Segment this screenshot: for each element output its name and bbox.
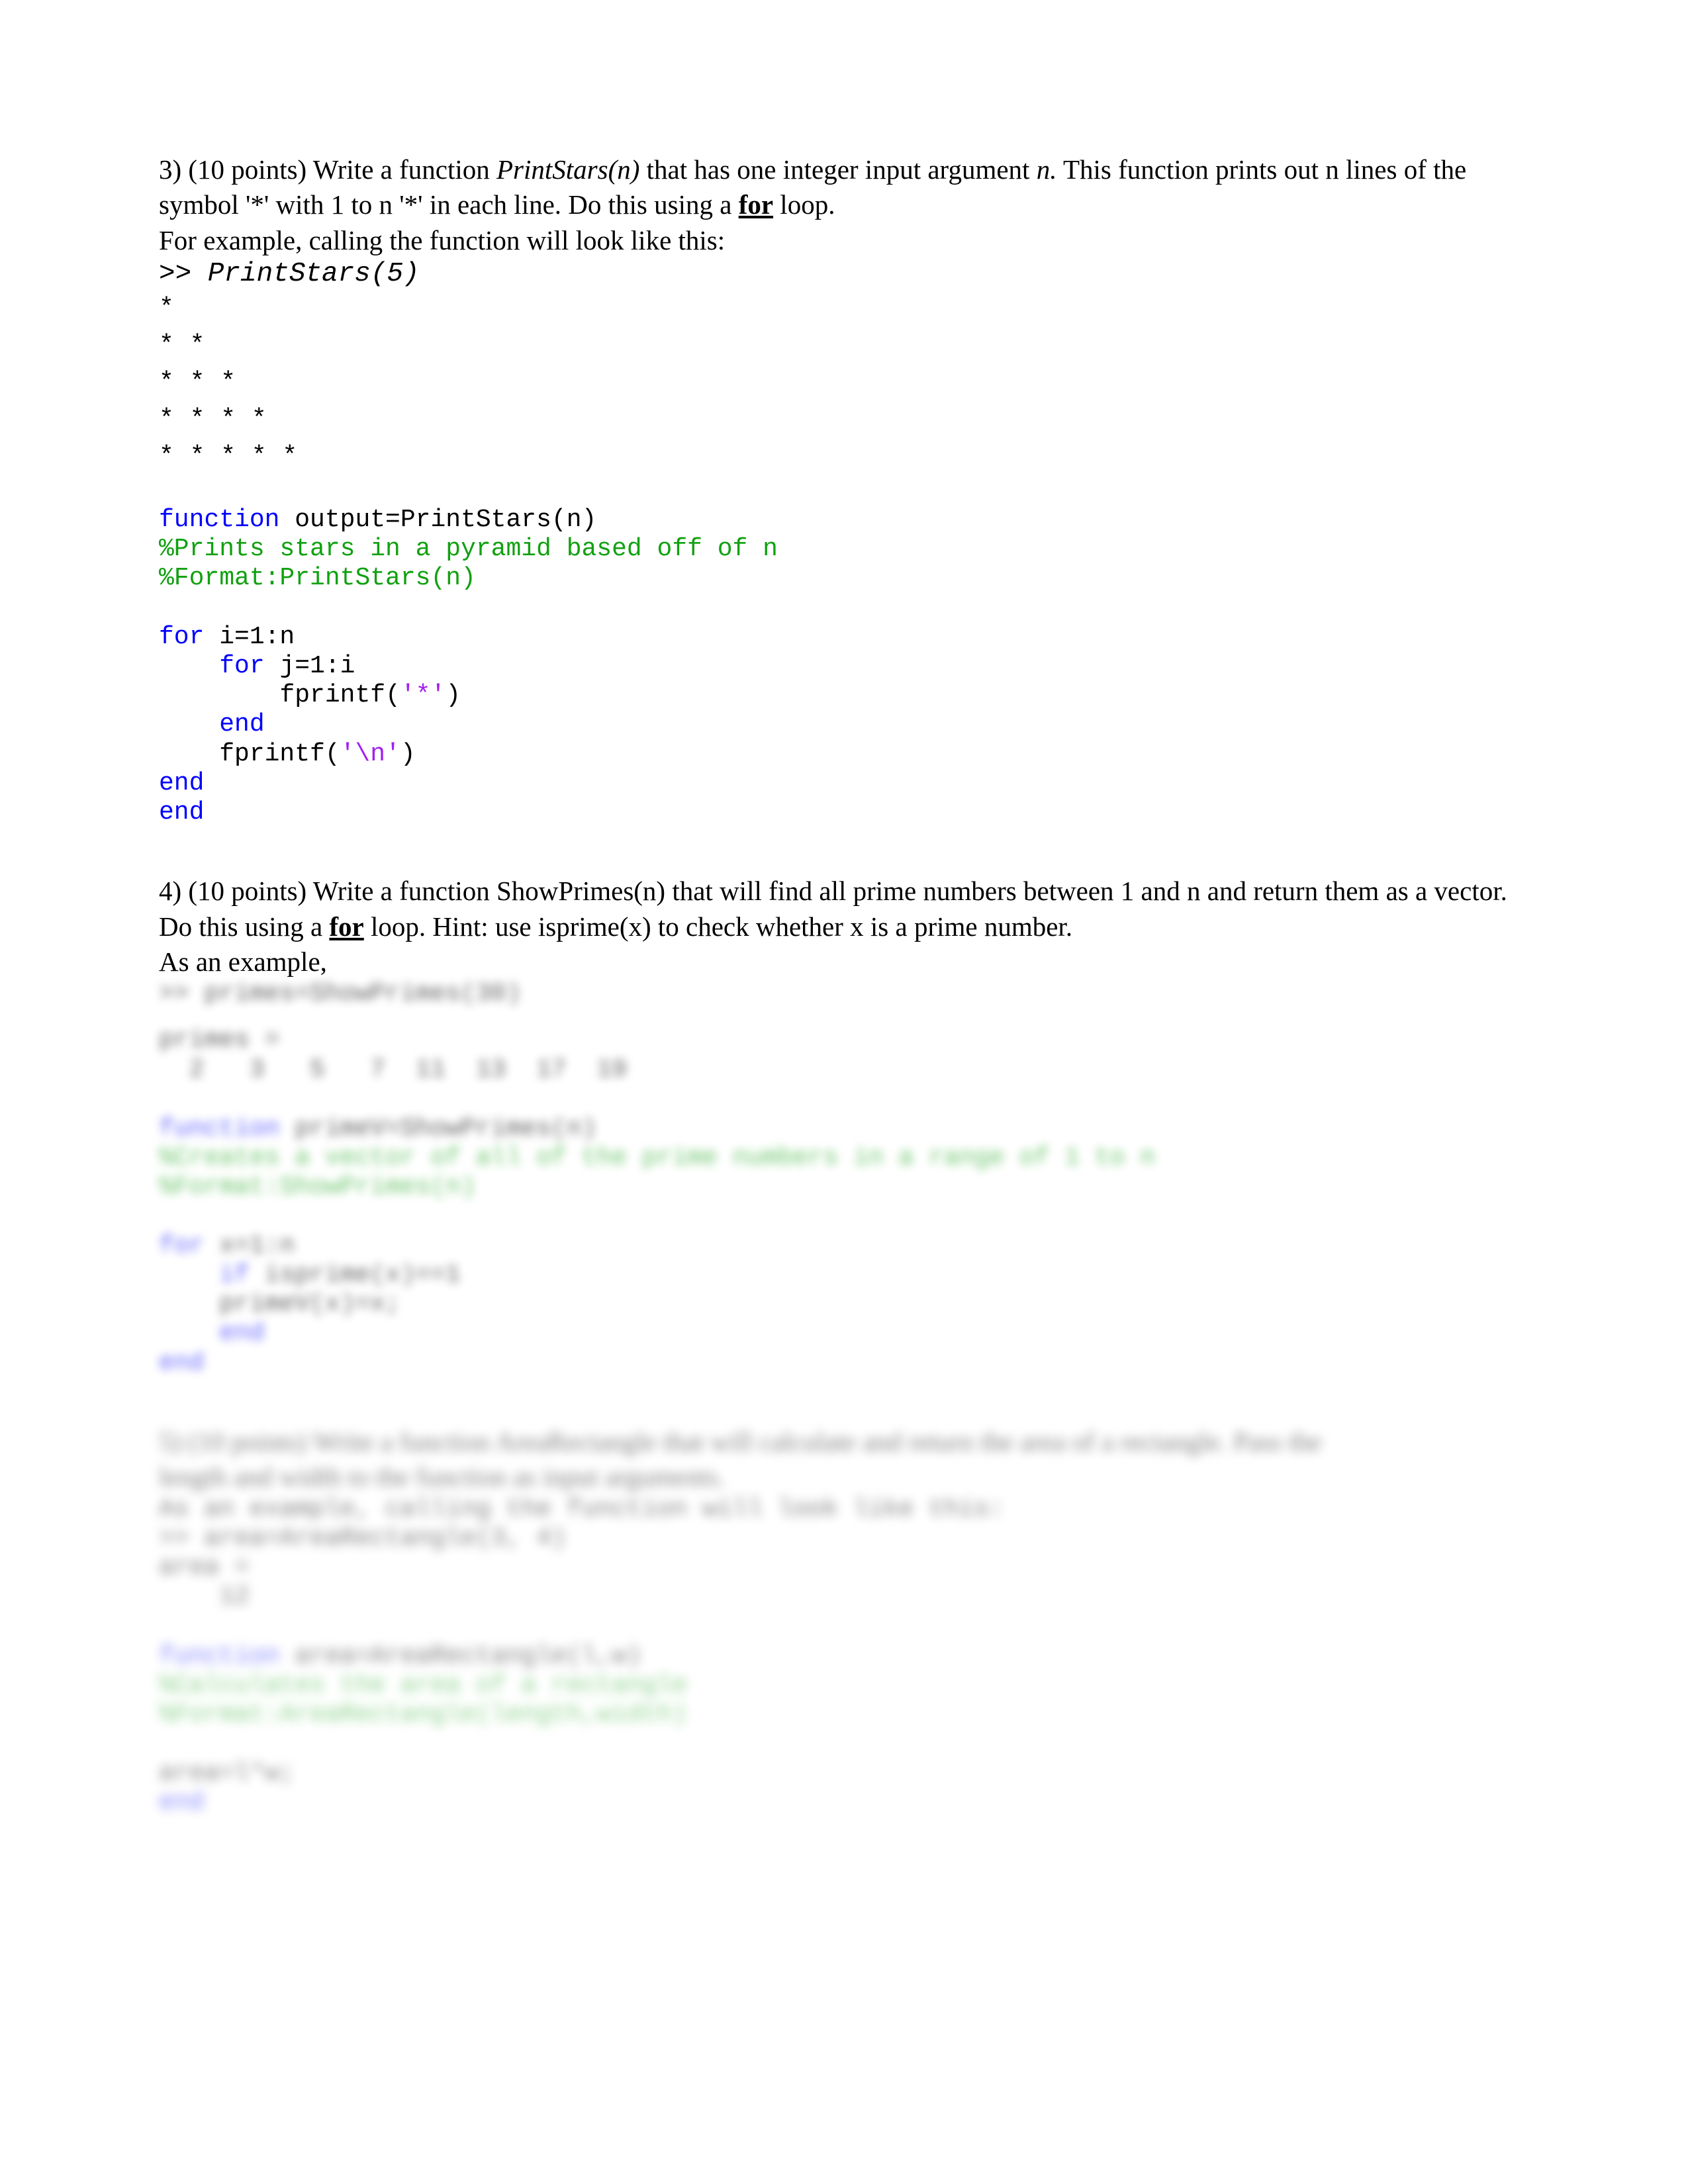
code-line: primeV(x)=x; bbox=[159, 1290, 1529, 1319]
code-token: end bbox=[159, 1348, 205, 1377]
code-line: %Format:PrintStars(n) bbox=[159, 564, 1529, 593]
code-token: %Prints stars in a pyramid based off of … bbox=[159, 534, 778, 563]
q3-star-output: * * * * * * * * * * * * * * * bbox=[159, 290, 1529, 475]
code-token: %Format:ShowPrimes(n) bbox=[159, 1173, 476, 1202]
question-4-example-intro: As an example, bbox=[159, 946, 327, 978]
star-line: * * bbox=[159, 331, 205, 360]
code-token: function bbox=[159, 505, 295, 534]
code-token: '*' bbox=[400, 681, 446, 710]
q4-console-line: >> primes=ShowPrimes(30) bbox=[159, 979, 522, 1009]
code-line: function primeV=ShowPrimes(n) bbox=[159, 1115, 1529, 1144]
q3-arg-name: n. bbox=[1036, 154, 1057, 185]
q5-console-line: >> area=AreaRectangle(3, 4) bbox=[159, 1524, 567, 1553]
code-line: end bbox=[159, 1349, 1529, 1378]
q3-console-prompt: >> PrintStars(5) bbox=[159, 258, 1529, 290]
code-line: %Prints stars in a pyramid based off of … bbox=[159, 535, 1529, 564]
code-line: %Format:AreaRectangle(length,width) bbox=[159, 1700, 1529, 1729]
code-token: fprintf( bbox=[219, 739, 340, 768]
code-token: end bbox=[159, 1788, 205, 1817]
prompt-command: PrintStars(5) bbox=[207, 258, 420, 289]
code-token: isprime(x)==1 bbox=[264, 1260, 461, 1289]
q3-function-name: PrintStars(n) bbox=[496, 154, 640, 185]
code-token: %Creates a vector of all of the prime nu… bbox=[159, 1143, 1156, 1172]
code-line: for j=1:i bbox=[159, 652, 1529, 681]
question-5-line: length and width to the function as inpu… bbox=[159, 1461, 725, 1492]
q3-text-mid: that has one integer input argument bbox=[639, 154, 1037, 185]
q5-blurred-region: 5) (10 points) Write a function AreaRect… bbox=[159, 1424, 1529, 1818]
q5-matlab-code-block: function area=AreaRectangle(l,w) %Calcula… bbox=[159, 1642, 1529, 1818]
code-token: ) bbox=[400, 739, 416, 768]
code-line: fprintf('\n') bbox=[159, 740, 1529, 769]
q5-console-intro: As an example, calling the function will… bbox=[159, 1494, 1005, 1524]
code-line: %Creates a vector of all of the prime nu… bbox=[159, 1144, 1529, 1173]
question-5-line: 5) (10 points) Write a function AreaRect… bbox=[159, 1426, 1322, 1457]
prompt-symbol: >> bbox=[159, 258, 208, 289]
code-line: %Calculates the area of a rectangle bbox=[159, 1671, 1529, 1700]
q4-for-emphasis: for bbox=[329, 911, 364, 942]
code-token: ) bbox=[445, 681, 461, 710]
q3-text-pre: 3) (10 points) Write a function bbox=[159, 154, 496, 185]
code-token: area=l*w; bbox=[159, 1758, 295, 1788]
q4-console-line: primes = bbox=[159, 1026, 280, 1055]
code-token: end bbox=[219, 710, 265, 739]
code-token: %Calculates the area of a rectangle bbox=[159, 1671, 688, 1700]
code-token: j=1:i bbox=[279, 651, 355, 680]
code-token: i=1:n bbox=[219, 622, 295, 651]
code-line: end bbox=[159, 710, 1529, 739]
code-line: function area=AreaRectangle(l,w) bbox=[159, 1642, 1529, 1671]
code-token: for bbox=[159, 622, 220, 651]
q5-console-result: 12 bbox=[159, 1582, 250, 1611]
q4-primes-vector: 2 3 5 7 11 13 17 19 bbox=[159, 1055, 627, 1084]
code-token: end bbox=[159, 798, 205, 827]
document-page: 3) (10 points) Write a function PrintSta… bbox=[0, 0, 1688, 2184]
q4-blurred-answer-region: >> primes=ShowPrimes(30) primes = 2 3 5 … bbox=[159, 979, 1529, 1378]
star-line: * * * * bbox=[159, 404, 267, 433]
question-3-example-intro: For example, calling the function will l… bbox=[159, 224, 726, 255]
code-line: end bbox=[159, 1319, 1529, 1348]
code-line: for x=1:n bbox=[159, 1232, 1529, 1261]
question-3-paragraph: 3) (10 points) Write a function PrintSta… bbox=[159, 152, 1529, 223]
code-token: '\n' bbox=[340, 739, 400, 768]
code-line: %Format:ShowPrimes(n) bbox=[159, 1173, 1529, 1202]
code-line: area=l*w; bbox=[159, 1759, 1529, 1788]
code-line: end bbox=[159, 798, 1529, 827]
code-token: for bbox=[219, 651, 280, 680]
code-line: if isprime(x)==1 bbox=[159, 1261, 1529, 1290]
code-token: primeV(x)=x; bbox=[219, 1290, 400, 1319]
code-line: function output=PrintStars(n) bbox=[159, 506, 1529, 535]
q5-console-line: area = bbox=[159, 1553, 250, 1582]
q3-matlab-code-block: function output=PrintStars(n) %Prints sta… bbox=[159, 506, 1529, 828]
code-token: area=AreaRectangle(l,w) bbox=[295, 1641, 642, 1670]
star-line: * * * bbox=[159, 367, 236, 396]
code-token: for bbox=[159, 1231, 220, 1260]
code-token: %Format:AreaRectangle(length,width) bbox=[159, 1700, 688, 1729]
code-token: primeV=ShowPrimes(n) bbox=[295, 1114, 597, 1143]
code-token: function bbox=[159, 1114, 295, 1143]
code-line: end bbox=[159, 769, 1529, 798]
page-content: 3) (10 points) Write a function PrintSta… bbox=[159, 152, 1529, 1817]
code-line: end bbox=[159, 1788, 1529, 1817]
q3-for-emphasis: for bbox=[738, 189, 774, 220]
code-line: fprintf('*') bbox=[159, 681, 1529, 710]
question-4-paragraph: 4) (10 points) Write a function ShowPrim… bbox=[159, 874, 1529, 944]
code-token: function bbox=[159, 1641, 295, 1670]
code-token: fprintf( bbox=[279, 681, 400, 710]
code-token: x=1:n bbox=[219, 1231, 295, 1260]
code-token: output=PrintStars(n) bbox=[295, 505, 597, 534]
q3-text-tail: loop. bbox=[773, 189, 835, 220]
code-token: end bbox=[219, 1319, 265, 1348]
code-token: if bbox=[219, 1260, 265, 1289]
code-token: %Format:PrintStars(n) bbox=[159, 564, 476, 593]
q4-text-post: loop. Hint: use isprime(x) to check whet… bbox=[363, 911, 1073, 942]
code-line: for i=1:n bbox=[159, 623, 1529, 652]
code-token: end bbox=[159, 768, 205, 797]
star-line: * * * * * bbox=[159, 441, 298, 471]
q4-matlab-code-block: function primeV=ShowPrimes(n) %Creates a … bbox=[159, 1115, 1529, 1378]
star-line: * bbox=[159, 294, 175, 323]
